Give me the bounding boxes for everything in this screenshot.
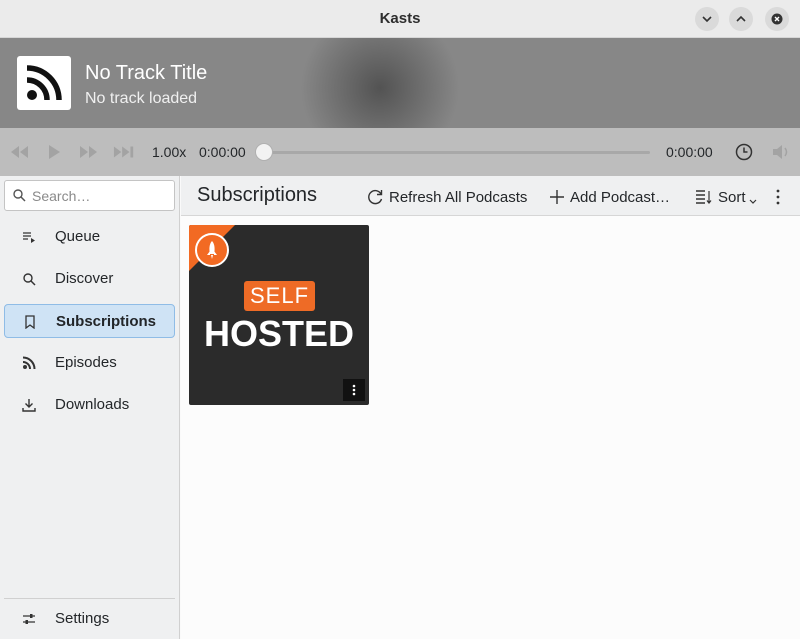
sidebar-item-episodes[interactable]: Episodes (4, 346, 175, 380)
next-track-button[interactable] (113, 142, 135, 162)
sleep-timer-icon (735, 143, 753, 161)
sort-icon (696, 190, 712, 204)
page-toolbar: Subscriptions Refresh All Podcasts Add P… (181, 176, 800, 216)
skip-back-icon (11, 146, 28, 158)
chevron-down-icon (749, 199, 756, 204)
close-button[interactable] (765, 7, 789, 31)
title-bar: Kasts (0, 0, 800, 38)
refresh-all-button[interactable]: Refresh All Podcasts (366, 186, 527, 208)
settings-icon (22, 612, 36, 626)
sidebar: Search… Queue Discover Subscriptions Epi… (0, 176, 180, 639)
rss-icon (22, 356, 36, 370)
maximize-button[interactable] (729, 7, 753, 31)
sort-button[interactable]: Sort (695, 186, 762, 208)
now-playing-header: No Track Title No track loaded (0, 38, 800, 128)
track-duration: 0:00:00 (666, 144, 713, 160)
settings-label: Settings (55, 610, 110, 627)
podcast-card[interactable]: SELF HOSTED (189, 225, 369, 405)
sidebar-item-settings[interactable]: Settings (4, 602, 175, 636)
volume-icon (773, 145, 788, 159)
sidebar-item-queue[interactable]: Queue (4, 220, 175, 254)
download-icon (22, 398, 36, 412)
podcast-art-line1: SELF (244, 281, 315, 311)
refresh-all-label: Refresh All Podcasts (389, 188, 528, 206)
rocket-icon (195, 233, 229, 267)
add-podcast-label: Add Podcast… (570, 188, 671, 206)
sleep-timer-button[interactable] (733, 142, 755, 162)
track-cover[interactable] (17, 56, 71, 110)
chevron-up-icon (736, 15, 746, 22)
skip-forward-button[interactable] (78, 142, 100, 162)
sidebar-item-subscriptions[interactable]: Subscriptions (4, 304, 175, 338)
queue-icon (22, 230, 36, 244)
skip-forward-icon (80, 146, 97, 158)
close-icon (771, 13, 783, 25)
play-button[interactable] (43, 142, 65, 162)
more-vertical-icon (776, 189, 780, 205)
sidebar-item-label: Downloads (55, 396, 130, 413)
header-background-art (300, 38, 460, 128)
sidebar-item-downloads[interactable]: Downloads (4, 388, 175, 422)
sort-label: Sort (718, 188, 746, 206)
sidebar-item-label: Subscriptions (56, 313, 157, 330)
podcast-art-line2: HOSTED (203, 313, 354, 354)
track-subtitle: No track loaded (85, 90, 198, 107)
plus-icon (550, 190, 564, 204)
search-placeholder: Search… (32, 188, 91, 204)
refresh-icon (368, 189, 383, 205)
overflow-menu-button[interactable] (775, 186, 786, 208)
sidebar-item-label: Queue (55, 228, 101, 245)
volume-button[interactable] (770, 142, 792, 162)
next-icon (113, 146, 134, 158)
sidebar-item-discover[interactable]: Discover (4, 262, 175, 296)
add-podcast-button[interactable]: Add Podcast… (549, 186, 670, 208)
podcast-menu-button[interactable] (343, 379, 365, 401)
sidebar-item-label: Discover (55, 270, 114, 287)
track-title: No Track Title (85, 62, 208, 84)
seek-slider-track[interactable] (264, 151, 650, 154)
skip-back-button[interactable] (8, 142, 30, 162)
search-icon (13, 189, 26, 202)
playback-speed[interactable]: 1.00x (152, 144, 186, 160)
chevron-down-icon (702, 16, 712, 23)
more-vertical-icon (352, 384, 356, 396)
search-input[interactable]: Search… (4, 180, 175, 211)
sidebar-divider (4, 598, 175, 599)
play-icon (49, 145, 60, 159)
current-position: 0:00:00 (199, 144, 246, 160)
player-controls: 1.00x 0:00:00 0:00:00 (0, 128, 800, 176)
search-icon (22, 272, 36, 286)
subscriptions-grid: SELF HOSTED (181, 216, 800, 639)
page-title: Subscriptions (197, 184, 318, 206)
seek-slider-handle[interactable] (255, 143, 273, 161)
window-title: Kasts (379, 10, 421, 27)
rss-icon (26, 65, 62, 101)
sidebar-item-label: Episodes (55, 354, 117, 371)
bookmark-icon (23, 315, 37, 329)
minimize-button[interactable] (695, 7, 719, 31)
